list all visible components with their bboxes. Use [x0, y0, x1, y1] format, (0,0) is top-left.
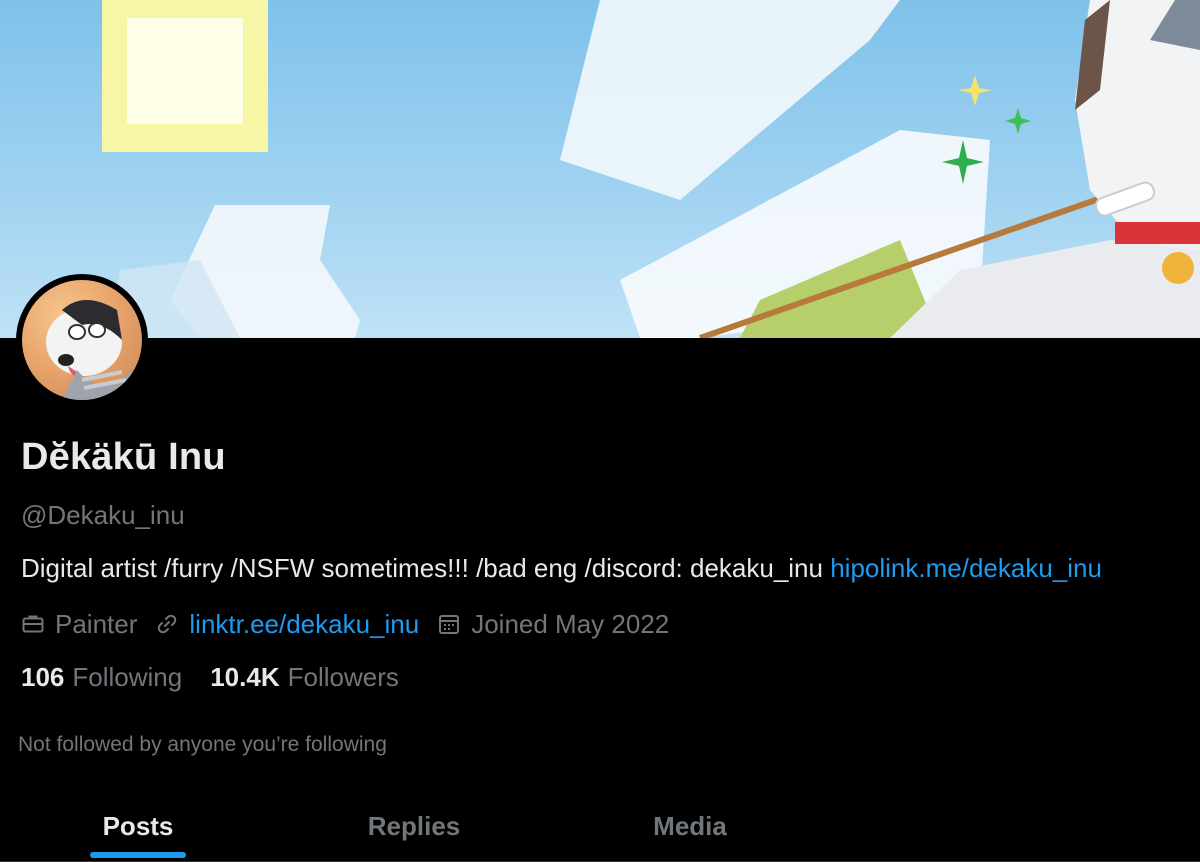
profile-tabs: Posts Replies Media [0, 790, 1200, 862]
follow-stats: 106 Following 10.4K Followers [21, 662, 427, 693]
followers-stat[interactable]: 10.4K Followers [210, 662, 399, 693]
calendar-icon [439, 615, 460, 634]
tab-replies[interactable]: Replies [324, 790, 504, 862]
tab-media[interactable]: Media [600, 790, 780, 862]
profile-meta: Painter linktr.ee/dekaku_inu Joined May … [21, 607, 687, 641]
tab-posts[interactable]: Posts [48, 790, 228, 862]
joined-item: Joined May 2022 [437, 609, 669, 640]
profile-banner[interactable] [0, 0, 1200, 338]
following-stat[interactable]: 106 Following [21, 662, 182, 693]
bio-text: Digital artist /furry /NSFW sometimes!!!… [21, 553, 823, 583]
avatar-image [22, 280, 142, 400]
category-item: Painter [21, 609, 137, 640]
joined-date: Joined May 2022 [471, 608, 670, 639]
briefcase-icon [22, 615, 44, 633]
following-count: 106 [21, 662, 65, 692]
website-item[interactable]: linktr.ee/dekaku_inu [155, 609, 419, 640]
followers-count: 10.4K [210, 662, 280, 692]
banner-illustration [102, 0, 1200, 338]
tab-posts-label: Posts [102, 810, 174, 841]
website-link[interactable]: linktr.ee/dekaku_inu [189, 609, 419, 640]
tab-replies-label: Replies [367, 810, 461, 841]
avatar[interactable] [16, 274, 148, 406]
tab-media-label: Media [653, 810, 727, 841]
active-tab-indicator [90, 852, 186, 858]
following-label: Following [72, 662, 183, 692]
mutual-followers-note: Not followed by anyone you’re following [18, 733, 387, 756]
link-icon [158, 614, 177, 634]
user-handle: @Dekaku_inu [21, 500, 185, 530]
followers-label: Followers [287, 662, 399, 692]
display-name: Dĕkäkū Inu [21, 436, 226, 478]
bio: Digital artist /furry /NSFW sometimes!!!… [21, 553, 1191, 584]
category-label: Painter [55, 608, 138, 639]
bio-link[interactable]: hipolink.me/dekaku_inu [830, 553, 1102, 583]
